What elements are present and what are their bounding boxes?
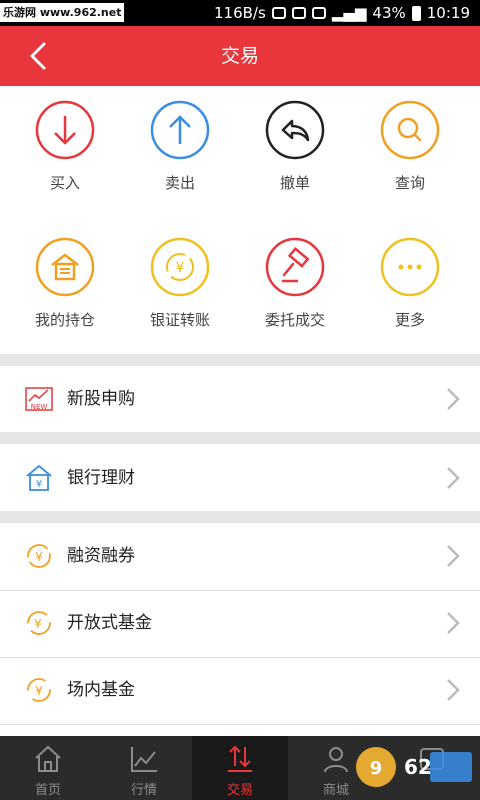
tab-label: 行情 — [130, 783, 157, 798]
page-title: 交易 — [220, 45, 259, 67]
chevron-right-icon — [447, 545, 460, 567]
battery-icon — [411, 5, 421, 21]
chart-icon — [131, 747, 157, 772]
grid-item-label: 我的持仓 — [34, 311, 95, 329]
clock-time: 10:19 — [426, 4, 470, 22]
grid-item-more[interactable]: 更多 — [350, 223, 470, 333]
watermark-label: 乐游网 www.962.net — [0, 3, 125, 22]
chevron-right-icon — [447, 612, 460, 634]
menu-item-margin-trading[interactable]: ¥ 融资融券 — [0, 524, 480, 588]
tab-label: 交易 — [226, 783, 253, 798]
more-icon — [380, 237, 440, 297]
menu-item-label: 银行理财 — [67, 468, 135, 488]
undo-icon — [265, 100, 325, 160]
grid-item-label: 银证转账 — [149, 311, 210, 329]
margin-yuan-icon: ¥ — [27, 544, 51, 568]
bank-icon: ¥ — [26, 465, 52, 491]
open-fund-icon: ¥ — [27, 611, 51, 635]
svg-text:¥: ¥ — [34, 617, 42, 631]
menu-item-label: 场内基金 — [67, 680, 135, 700]
function-grid: 买入 卖出 撤单 查询 我的持仓 ¥ 银证转账 委托成交 更多 — [0, 86, 480, 354]
battery-percent: 43% — [372, 4, 406, 22]
status-bar-right: 116B/s ▂▄▆ 43% 10:19 — [214, 0, 470, 26]
grid-item-label: 委托成交 — [264, 311, 325, 329]
section-divider — [0, 511, 480, 523]
signal-icon: ▂▄▆ — [331, 4, 367, 22]
grid-item-bank-transfer[interactable]: ¥ 银证转账 — [120, 223, 240, 333]
svg-text:9: 9 — [370, 758, 383, 779]
exchange-fund-icon: ¥ — [27, 678, 51, 702]
grid-item-label: 撤单 — [279, 174, 310, 192]
grid-item-orders-trades[interactable]: 委托成交 — [235, 223, 355, 333]
arrow-up-icon — [150, 100, 210, 160]
tab-trade[interactable]: 交易 — [192, 736, 288, 800]
home-icon — [35, 745, 61, 772]
svg-text:¥: ¥ — [35, 550, 43, 564]
grid-item-sell[interactable]: 卖出 — [120, 86, 240, 196]
alarm-icon — [271, 7, 286, 19]
section-divider — [0, 432, 480, 444]
menu-item-new-stock[interactable]: NEW 新股申购 — [0, 367, 480, 431]
trade-icon — [228, 745, 252, 772]
warehouse-icon — [35, 237, 95, 297]
grid-item-holdings[interactable]: 我的持仓 — [5, 223, 125, 333]
search-icon — [380, 100, 440, 160]
menu-item-label: 融资融券 — [67, 546, 135, 566]
header-bar: 交易 — [0, 26, 480, 86]
menu-item-bank-finance[interactable]: ¥ 银行理财 — [0, 446, 480, 510]
menu-item-label: 新股申购 — [67, 389, 135, 409]
eye-icon — [311, 7, 326, 19]
tab-home[interactable]: 首页 — [0, 736, 96, 800]
grid-item-cancel-order[interactable]: 撤单 — [235, 86, 355, 196]
menu-item-label: 开放式基金 — [67, 613, 152, 633]
chevron-right-icon — [447, 679, 460, 701]
grid-item-query[interactable]: 查询 — [350, 86, 470, 196]
svg-text:¥: ¥ — [36, 479, 42, 490]
network-speed: 116B/s — [214, 4, 266, 22]
grid-item-label: 更多 — [394, 311, 425, 329]
svg-text:NEW: NEW — [31, 403, 48, 411]
section-divider — [0, 354, 480, 366]
row-separator — [0, 724, 480, 725]
menu-item-open-fund[interactable]: ¥ 开放式基金 — [0, 591, 480, 655]
grid-item-label: 查询 — [394, 174, 425, 192]
grid-item-buy[interactable]: 买入 — [5, 86, 125, 196]
hd-icon — [291, 7, 306, 19]
yuan-transfer-icon: ¥ — [150, 237, 210, 297]
gavel-icon — [265, 237, 325, 297]
site-watermark-logo: 9 62 — [356, 747, 472, 787]
new-stock-icon: NEW — [25, 387, 53, 411]
grid-item-label: 买入 — [49, 174, 80, 192]
person-icon — [324, 747, 348, 773]
menu-item-exchange-fund[interactable]: ¥ 场内基金 — [0, 658, 480, 722]
arrow-down-icon — [35, 100, 95, 160]
svg-text:62: 62 — [404, 755, 432, 779]
chevron-right-icon — [447, 467, 460, 489]
grid-item-label: 卖出 — [164, 174, 195, 192]
status-bar: 乐游网 www.962.net 116B/s ▂▄▆ 43% 10:19 — [0, 0, 480, 26]
tab-label: 首页 — [34, 783, 61, 798]
svg-text:¥: ¥ — [176, 260, 185, 276]
svg-text:¥: ¥ — [35, 684, 43, 698]
tab-market[interactable]: 行情 — [96, 736, 192, 800]
chevron-right-icon — [447, 388, 460, 410]
